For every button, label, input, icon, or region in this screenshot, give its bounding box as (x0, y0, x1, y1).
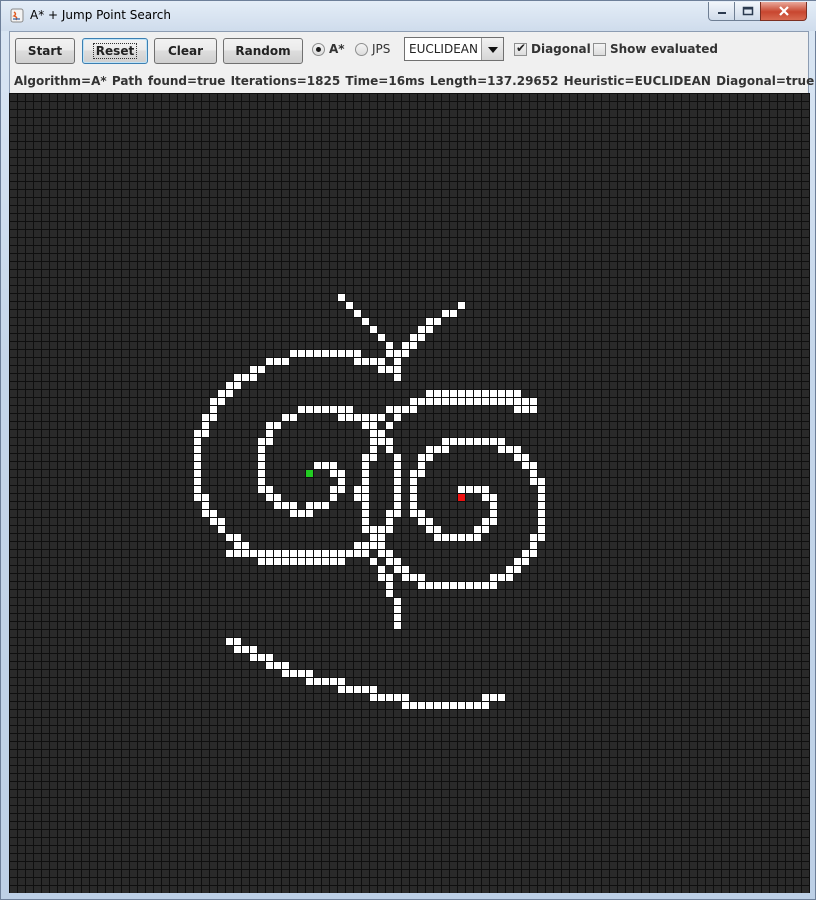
maximize-button[interactable] (734, 2, 761, 21)
close-icon (778, 6, 789, 16)
show-evaluated-checkbox[interactable] (593, 43, 606, 56)
diagonal-label: Diagonal (531, 42, 591, 56)
reset-button-label: Reset (92, 43, 138, 59)
java-app-icon (10, 8, 24, 23)
content-pane: Start Reset Clear Random A* JPS EUCLIDEA… (9, 31, 814, 893)
app-window: A* + Jump Point Search Start Reset Clear… (0, 0, 816, 900)
window-title: A* + Jump Point Search (30, 8, 171, 22)
clear-button-label: Clear (167, 44, 204, 58)
pathfinding-grid[interactable] (9, 93, 810, 893)
algo-jps-radio[interactable] (355, 43, 368, 56)
show-evaluated-label: Show evaluated (610, 42, 718, 56)
clear-button[interactable]: Clear (154, 38, 217, 64)
heuristic-select-value: EUCLIDEAN (409, 42, 478, 56)
diagonal-checkbox[interactable] (514, 41, 527, 56)
status-line: Algorithm=A* Path found=true Iterations=… (14, 74, 815, 88)
minimize-icon (717, 12, 726, 14)
toolbar: Start Reset Clear Random A* JPS EUCLIDEA… (10, 32, 808, 70)
goal-cell-marker[interactable] (458, 494, 465, 501)
wall-cells (194, 294, 545, 709)
maximize-icon (742, 6, 753, 16)
reset-button[interactable]: Reset (82, 38, 148, 64)
start-cell-marker[interactable] (306, 470, 313, 477)
title-bar[interactable]: A* + Jump Point Search (1, 1, 816, 31)
start-button[interactable]: Start (15, 38, 75, 64)
close-button[interactable] (760, 2, 807, 21)
random-button[interactable]: Random (223, 38, 303, 64)
algo-astar-label: A* (329, 42, 345, 56)
chevron-down-icon[interactable] (481, 38, 503, 60)
minimize-button[interactable] (708, 2, 735, 21)
start-button-label: Start (27, 44, 63, 58)
algo-astar-radio[interactable] (312, 43, 325, 56)
random-button-label: Random (235, 44, 291, 58)
algo-jps-label: JPS (372, 42, 391, 56)
heuristic-select[interactable]: EUCLIDEAN (404, 37, 504, 61)
